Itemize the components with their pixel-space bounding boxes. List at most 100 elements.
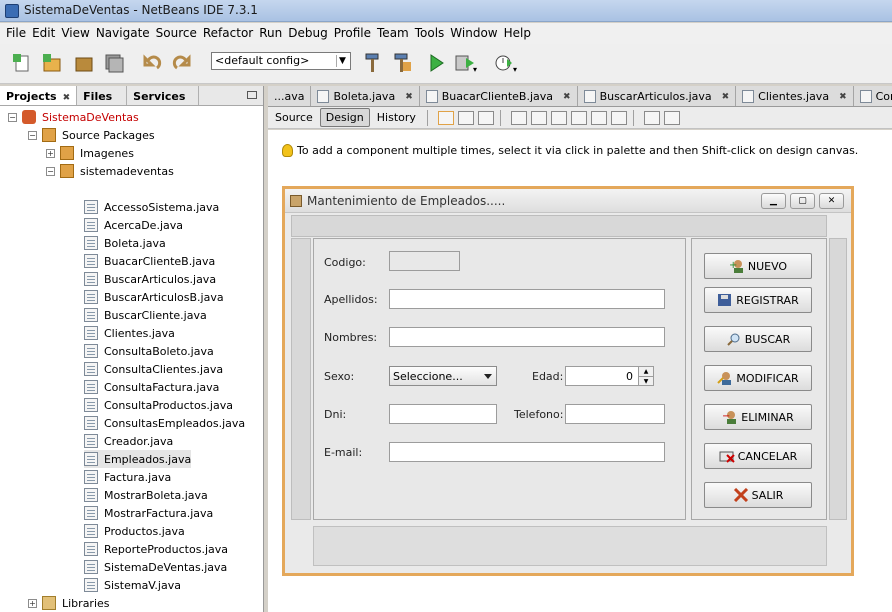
tree-libraries[interactable]: + Libraries [28, 594, 110, 612]
tree-file-item[interactable]: ConsultaClientes.java [84, 360, 223, 378]
codigo-field[interactable] [389, 251, 460, 271]
debug-icon[interactable]: ▾ [454, 51, 478, 75]
connection-mode-icon[interactable] [457, 110, 474, 125]
new-file-icon[interactable] [10, 51, 34, 75]
tree-file-item[interactable]: Clientes.java [84, 324, 175, 342]
close-icon[interactable]: ✖ [839, 92, 847, 102]
selection-mode-icon[interactable] [437, 110, 454, 125]
salir-button[interactable]: SALIR [704, 482, 812, 508]
menu-navigate[interactable]: Navigate [94, 23, 154, 44]
close-icon[interactable]: ✕ [819, 193, 844, 209]
collapse-icon[interactable]: − [46, 166, 55, 176]
tree-file-item[interactable]: SistemaDeVentas.java [84, 558, 227, 576]
tree-file-item[interactable]: BuscarArticulos.java [84, 270, 216, 288]
expand-icon[interactable]: + [28, 598, 37, 608]
nuevo-button[interactable]: + NUEVO [704, 253, 812, 279]
align-right-icon[interactable] [530, 110, 547, 125]
spinner-up-icon[interactable]: ▲ [638, 367, 653, 376]
run-icon[interactable] [424, 51, 448, 75]
design-button[interactable]: Design [319, 108, 370, 127]
tree-file-item[interactable]: AcercaDe.java [84, 216, 183, 234]
apellidos-field[interactable] [389, 289, 665, 309]
tree-file-item[interactable]: ConsultaProductos.java [84, 396, 233, 414]
tree-package-sistemadeventas[interactable]: − sistemadeventas [46, 162, 174, 180]
tab-services[interactable]: Services [127, 86, 200, 105]
tab-files[interactable]: Files [77, 86, 128, 105]
chevron-down-icon[interactable]: ▼ [336, 55, 348, 67]
new-project-icon[interactable] [40, 51, 64, 75]
tree-file-item[interactable]: Boleta.java [84, 234, 166, 252]
tree-file-item[interactable]: SistemaV.java [84, 576, 181, 594]
registrar-button[interactable]: REGISTRAR [704, 287, 812, 313]
editor-tab[interactable]: Boleta.java ✖ [311, 86, 420, 106]
tab-projects[interactable]: Projects ✖ [0, 86, 78, 105]
menu-window[interactable]: Window [448, 23, 501, 44]
center-vertical-icon[interactable] [610, 110, 627, 125]
spinner-down-icon[interactable]: ▼ [638, 376, 653, 385]
tree-file-item[interactable]: BuscarArticulosB.java [84, 288, 224, 306]
align-left-icon[interactable] [510, 110, 527, 125]
tree-file-item[interactable]: ReporteProductos.java [84, 540, 228, 558]
expand-icon[interactable]: + [46, 148, 55, 158]
align-top-icon[interactable] [570, 110, 587, 125]
center-horizontal-icon[interactable] [550, 110, 567, 125]
editor-tab[interactable]: ...ava [268, 86, 312, 106]
tree-project[interactable]: − SistemaDeVentas [8, 108, 139, 126]
menu-run[interactable]: Run [257, 23, 286, 44]
tree-file-item[interactable]: ConsultaFactura.java [84, 378, 219, 396]
save-all-icon[interactable] [102, 51, 126, 75]
history-button[interactable]: History [372, 109, 421, 126]
sexo-combo[interactable]: Seleccione... [389, 366, 497, 386]
minimize-icon[interactable] [247, 91, 257, 99]
close-icon[interactable]: ✖ [563, 92, 571, 102]
email-field[interactable] [389, 442, 665, 462]
menu-team[interactable]: Team [375, 23, 413, 44]
close-icon[interactable]: ✖ [722, 92, 730, 102]
tree-imagenes[interactable]: + Imagenes [46, 144, 134, 162]
menu-tools[interactable]: Tools [413, 23, 449, 44]
redo-icon[interactable] [170, 51, 194, 75]
tree-file-item[interactable]: MostrarBoleta.java [84, 486, 208, 504]
modificar-button[interactable]: MODIFICAR [704, 365, 812, 391]
tree-file-item[interactable]: AccessoSistema.java [84, 198, 219, 216]
editor-tab[interactable]: ConsultaBole [854, 86, 892, 106]
close-icon[interactable]: ✖ [405, 92, 413, 102]
tree-source-packages[interactable]: − Source Packages [28, 126, 155, 144]
menu-file[interactable]: File [4, 23, 30, 44]
menu-help[interactable]: Help [502, 23, 535, 44]
resize-horizontal-icon[interactable] [643, 110, 660, 125]
tree-file-item[interactable]: Productos.java [84, 522, 185, 540]
close-icon[interactable]: ✖ [63, 93, 71, 103]
eliminar-button[interactable]: − ELIMINAR [704, 404, 812, 430]
tree-file-item[interactable]: BuacarClienteB.java [84, 252, 215, 270]
collapse-icon[interactable]: − [28, 130, 37, 140]
tree-file-item[interactable]: Creador.java [84, 432, 173, 450]
build-hammer-icon[interactable] [360, 51, 384, 75]
tree-file-item[interactable]: MostrarFactura.java [84, 504, 213, 522]
editor-tab[interactable]: Clientes.java ✖ [736, 86, 854, 106]
designed-jframe[interactable]: Mantenimiento de Empleados..... ▁ ▢ ✕ Co… [282, 186, 854, 576]
cancelar-button[interactable]: CANCELAR [704, 443, 812, 469]
dni-field[interactable] [389, 404, 497, 424]
menu-refactor[interactable]: Refactor [201, 23, 257, 44]
buscar-button[interactable]: BUSCAR [704, 326, 812, 352]
open-project-icon[interactable] [72, 51, 96, 75]
tree-file-item[interactable]: ConsultaBoleto.java [84, 342, 214, 360]
resize-vertical-icon[interactable] [663, 110, 680, 125]
menu-edit[interactable]: Edit [30, 23, 59, 44]
tree-file-item[interactable]: Factura.java [84, 468, 171, 486]
design-canvas[interactable]: To add a component multiple times, selec… [268, 130, 892, 612]
clean-build-icon[interactable] [390, 51, 414, 75]
config-select[interactable]: <default config> ▼ [211, 52, 351, 70]
tree-file-item[interactable]: Empleados.java [84, 450, 192, 468]
align-bottom-icon[interactable] [590, 110, 607, 125]
menu-debug[interactable]: Debug [286, 23, 331, 44]
maximize-icon[interactable]: ▢ [790, 193, 815, 209]
source-button[interactable]: Source [270, 109, 318, 126]
minimize-icon[interactable]: ▁ [761, 193, 786, 209]
tree-file-item[interactable]: BuscarCliente.java [84, 306, 207, 324]
menu-view[interactable]: View [59, 23, 93, 44]
nombres-field[interactable] [389, 327, 665, 347]
tree-file-item[interactable]: ConsultasEmpleados.java [84, 414, 245, 432]
profile-icon[interactable]: ▾ [494, 51, 518, 75]
